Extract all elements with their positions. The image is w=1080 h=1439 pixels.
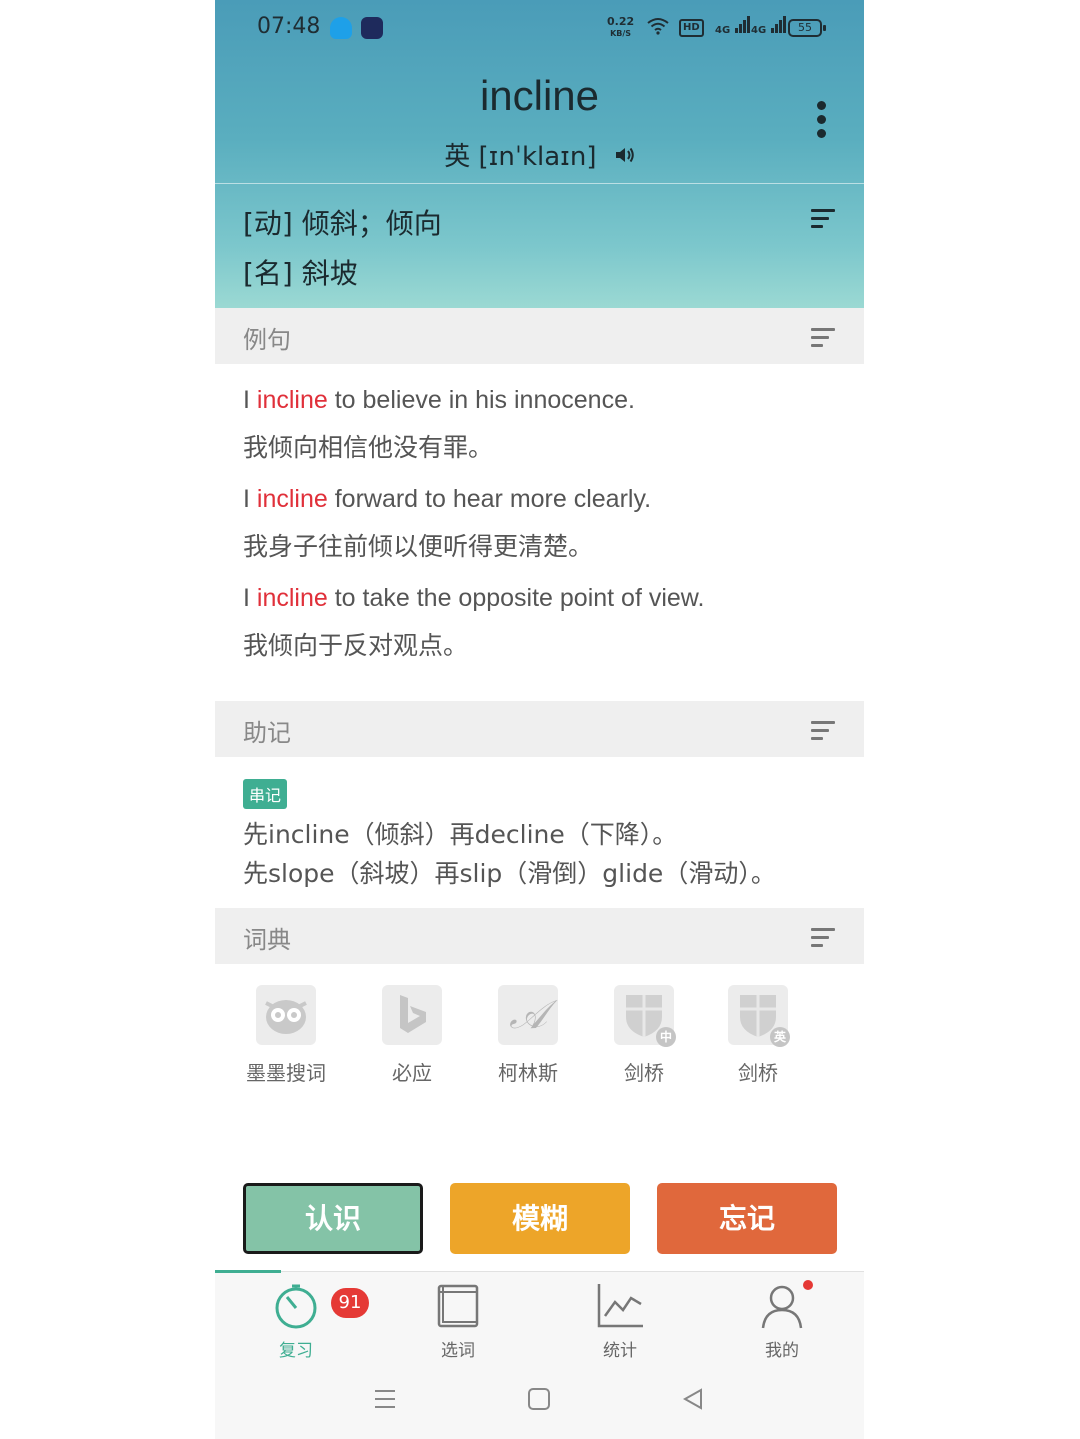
example-sentence-en: I incline to believe in his innocence.: [243, 386, 635, 415]
tab-select-words[interactable]: 选词: [398, 1282, 518, 1361]
bing-icon: [382, 985, 442, 1045]
dictionary-sub-label: 英: [770, 1027, 790, 1047]
review-count-badge: 91: [331, 1288, 369, 1318]
mnemonic-title: 助记: [243, 719, 291, 747]
tab-mine[interactable]: 我的: [722, 1282, 842, 1361]
example-sentence-en: I incline to take the opposite point of …: [243, 584, 704, 613]
tab-stats[interactable]: 统计: [560, 1282, 680, 1361]
word-header: 07:48 0.22 KB/S HD 4G 4G 55 incline 英 [ɪ…: [215, 0, 864, 308]
network-speed: 0.22 KB/S: [607, 16, 634, 39]
examples-sort-icon[interactable]: [811, 328, 837, 348]
chart-icon: [560, 1282, 680, 1330]
pronunciation: 英 [ɪnˈklaɪn]: [215, 136, 864, 173]
mnemonic-section-header[interactable]: 助记: [215, 701, 864, 757]
signal-label: 4G: [751, 25, 767, 36]
example-highlight: incline: [256, 584, 328, 612]
network-speed-unit: KB/S: [610, 29, 632, 38]
example-text: I: [243, 584, 257, 612]
dictionary-sub-label: 中: [656, 1027, 676, 1047]
dictionary-label: 柯林斯: [498, 1061, 558, 1085]
header-divider: [215, 183, 864, 184]
mnemonic-sort-icon[interactable]: [811, 721, 837, 741]
dictionary-label: 剑桥: [738, 1061, 778, 1085]
network-speed-value: 0.22: [607, 15, 635, 28]
example-text: to take the opposite point of view.: [327, 584, 705, 612]
speaker-icon[interactable]: [615, 146, 635, 169]
cambridge-icon: 中: [614, 985, 676, 1047]
system-navigation-bar: [215, 1363, 864, 1439]
mnemonic-line: 先incline（倾斜）再decline（下降）。: [243, 820, 678, 849]
example-text: to believe in his innocence.: [327, 386, 635, 414]
hd-voice-icon: HD: [679, 19, 704, 37]
example-text: forward to hear more clearly.: [327, 485, 652, 513]
app-screen: 07:48 0.22 KB/S HD 4G 4G 55 incline 英 [ɪ…: [215, 0, 864, 1439]
forget-button[interactable]: 忘记: [657, 1183, 837, 1254]
dictionary-label: 必应: [392, 1061, 432, 1085]
battery-icon: 55: [788, 19, 826, 37]
dictionary-section-header[interactable]: 词典: [215, 908, 864, 964]
fuzzy-button[interactable]: 模糊: [450, 1183, 630, 1254]
book-icon: [398, 1282, 518, 1330]
signal-label: 4G: [715, 25, 731, 36]
dictionary-collins[interactable]: 𝒜 柯林斯: [473, 985, 583, 1086]
example-text: I: [243, 386, 257, 414]
example-sentence-en: I incline forward to hear more clearly.: [243, 485, 651, 514]
dictionary-sort-icon[interactable]: [811, 928, 837, 948]
back-icon[interactable]: [681, 1385, 705, 1418]
owl-icon: [256, 985, 316, 1045]
example-sentence-zh: 我倾向于反对观点。: [243, 631, 469, 660]
definition-verb: [动] 倾斜；倾向: [243, 207, 442, 240]
definition-sort-icon[interactable]: [811, 209, 837, 229]
status-time: 07:48: [257, 14, 321, 39]
dictionary-label: 剑桥: [624, 1061, 664, 1085]
dictionary-bing[interactable]: 必应: [357, 985, 467, 1086]
app-notification-icon: [361, 17, 383, 39]
signal-icon: 4G: [715, 16, 750, 36]
user-icon: [722, 1282, 842, 1330]
know-button[interactable]: 认识: [243, 1183, 423, 1254]
example-highlight: incline: [256, 485, 328, 513]
dictionary-title: 词典: [243, 926, 291, 954]
example-sentence-zh: 我身子往前倾以便听得更清楚。: [243, 532, 594, 561]
tab-mine-label: 我的: [765, 1341, 799, 1361]
dictionary-label: 墨墨搜词: [246, 1061, 326, 1085]
collins-icon: 𝒜: [498, 985, 558, 1045]
tab-review-label: 复习: [279, 1341, 313, 1361]
mnemonic-line: 先slope（斜坡）再slip（滑倒）glide（滑动）。: [243, 859, 776, 888]
example-highlight: incline: [256, 386, 328, 414]
signal-icon: 4G: [751, 16, 786, 36]
dictionary-momo[interactable]: 墨墨搜词: [231, 985, 341, 1086]
notification-dot: [803, 1280, 813, 1290]
examples-title: 例句: [243, 326, 291, 354]
tab-select-label: 选词: [441, 1341, 475, 1361]
tab-review[interactable]: 复习 91: [236, 1282, 369, 1361]
example-text: I: [243, 485, 257, 513]
menu-icon[interactable]: [373, 1385, 397, 1418]
tab-stats-label: 统计: [603, 1341, 637, 1361]
headword: incline: [479, 72, 600, 119]
mnemonic-tag: 串记: [243, 779, 288, 809]
dictionary-cambridge-en[interactable]: 英 剑桥: [703, 985, 813, 1086]
phonetic-text: 英 [ɪnˈklaɪn]: [444, 142, 597, 172]
status-bar: 07:48 0.22 KB/S HD 4G 4G 55: [215, 0, 864, 58]
qq-notification-icon: [330, 17, 352, 39]
cambridge-icon: 英: [728, 985, 790, 1047]
bottom-tab-bar: 复习 91 选词 统计 我的: [215, 1270, 864, 1363]
examples-section-header[interactable]: 例句: [215, 308, 864, 364]
dictionary-cambridge-zh[interactable]: 中 剑桥: [589, 985, 699, 1086]
definition-noun: [名] 斜坡: [243, 257, 358, 290]
home-icon[interactable]: [527, 1385, 551, 1418]
tab-indicator: [215, 1270, 281, 1273]
example-sentence-zh: 我倾向相信他没有罪。: [243, 433, 494, 462]
more-options-icon[interactable]: [815, 101, 827, 139]
wifi-icon: [647, 16, 669, 40]
